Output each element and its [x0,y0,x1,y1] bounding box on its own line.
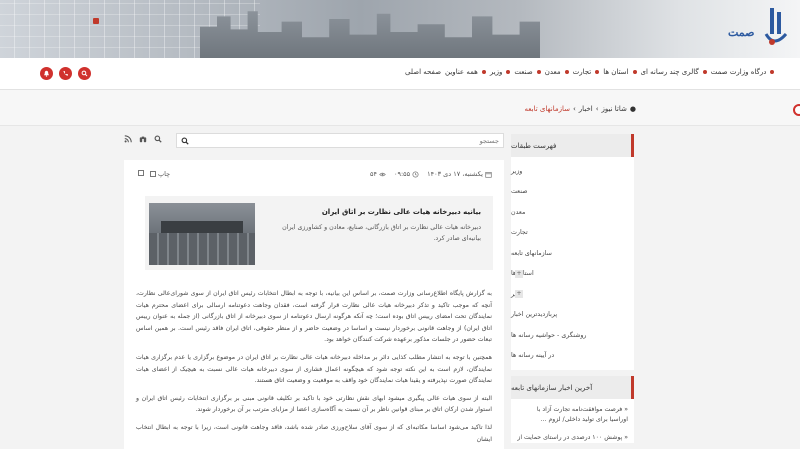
category-item[interactable]: سایر+ [511,284,634,305]
main-navbar: صفحه اصلی همه عناوین وزیر صنعت معدن تجار… [0,58,800,90]
sidebar: فهرست طبقات وزیر صنعت معدن تجارت سازمانه… [511,134,634,449]
nav-item-industry[interactable]: صنعت [514,68,541,76]
nav-separator-dot [770,70,775,74]
building-columns-shape [149,233,255,265]
nav-separator-dot [632,70,637,74]
side-floating-badge[interactable] [793,104,800,116]
article-lead: بیانیه دبیرخانه هیات عالی نظارت بر اتاق … [145,196,493,270]
article-panel: یکشنبه، ۱۷ دی ۱۴۰۳ ۰۹:۵۵ ۵۴ چاپ بیانیه د… [124,160,504,449]
expand-plus-icon[interactable]: + [515,269,523,278]
eye-icon [379,172,386,176]
nav-item-portal[interactable]: درگاه وزارت صمت [711,68,775,76]
latest-news-list: « فرصت موافقت‌نامه تجارت آزاد با اوراسیا… [511,399,634,443]
print-controls: چاپ [138,170,170,178]
article-title: بیانیه دبیرخانه هیات عالی نظارت بر اتاق … [321,208,481,216]
category-item[interactable]: تجارت [511,223,634,244]
news-search-input[interactable] [177,134,503,147]
latest-news-item[interactable]: « فرصت موافقت‌نامه تجارت آزاد با اوراسیا… [517,405,628,425]
latest-news-item[interactable]: « پوشش ۱۰۰ درصدی در راستای حمایت از [517,433,628,443]
nav-item-gallery[interactable]: گالری چند رسانه ای [641,68,707,76]
nav-item-mining[interactable]: معدن [545,68,569,76]
building-sign-shape [161,221,243,233]
breadcrumb-home-link[interactable]: شاتا نیوز [602,105,627,113]
category-item[interactable]: معدن [511,202,634,223]
article-lead-image [149,203,255,265]
breadcrumb-separator: › [572,105,576,113]
binoculars-icon[interactable] [139,135,147,143]
category-item[interactable]: پربازدیدترین اخبار [511,305,634,326]
nav-separator-dot [595,70,600,74]
expand-plus-icon[interactable]: + [515,290,523,298]
nav-separator-dot [564,70,569,74]
site-search-button[interactable] [78,67,91,80]
news-search-box [176,133,504,148]
nav-separator-dot [536,70,541,74]
breadcrumb-separator: › [595,105,599,113]
article-body: به گزارش پایگاه اطلاع‌رسانی وزارت صمت، ب… [136,288,492,449]
article-paragraph: همچنین با توجه به انتشار مطلب کذایی دائر… [136,353,492,385]
breadcrumb-current[interactable]: سازمانهای تابعه [525,105,570,113]
notification-bell-button[interactable] [40,67,53,80]
nav-item-minister[interactable]: وزیر [490,68,511,76]
header-banner: صمت [0,0,800,58]
print-icon [150,171,156,177]
tool-icon-group [124,135,162,143]
nav-separator-dot [481,70,486,74]
nav-menu: صفحه اصلی همه عناوین وزیر صنعت معدن تجار… [405,68,800,76]
banner-red-marker [93,18,99,24]
category-item[interactable]: در آیینه رسانه ها [511,346,634,367]
advanced-search-icon[interactable] [154,135,162,143]
nav-item-home[interactable]: صفحه اصلی [405,68,441,76]
nav-separator-dot [506,70,511,74]
bell-icon [44,70,49,77]
breadcrumb-section-link[interactable]: اخبار [579,105,593,113]
article-views: ۵۴ [370,170,386,178]
search-submit-button[interactable] [177,134,192,147]
article-summary: دبیرخانه هیات عالی نظارت بر اتاق بازرگان… [282,224,481,242]
nav-item-trade[interactable]: تجارت [573,68,600,76]
clock-icon [412,170,419,178]
category-item[interactable]: صنعت [511,182,634,203]
nav-item-provinces[interactable]: استان ها [603,68,637,76]
location-pin-icon: ● [629,105,636,113]
categories-list: وزیر صنعت معدن تجارت سازمانهای تابعه است… [511,157,634,370]
nav-separator-dot [702,70,707,74]
breadcrumb: ● شاتا نیوز › اخبار › سازمانهای تابعه [525,105,636,113]
categories-heading: فهرست طبقات [511,134,634,157]
article-meta: یکشنبه، ۱۷ دی ۱۴۰۳ ۰۹:۵۵ ۵۴ [370,170,492,178]
content-toolbar [124,133,504,149]
category-item[interactable]: سازمانهای تابعه [511,243,634,264]
nav-icon-group [40,67,91,80]
category-item[interactable]: روشنگری - حواشیه رسانه ها [511,325,634,346]
phone-icon [63,71,68,76]
logo-wordmark: صمت [728,26,755,39]
latest-news-heading: آخرین اخبار سازمانهای تابعه [511,376,634,399]
category-item[interactable]: استان ها + [511,264,634,285]
article-paragraph: به گزارش پایگاه اطلاع‌رسانی وزارت صمت، ب… [136,290,492,344]
article-time: ۰۹:۵۵ [394,170,419,178]
phone-button[interactable] [59,67,72,80]
calendar-icon [485,171,492,178]
article-paragraph: البته از سوی هیات عالی پیگیری میشود ابها… [136,394,492,414]
rss-icon[interactable] [124,135,132,143]
collapse-toggle-icon[interactable] [138,170,144,176]
print-button[interactable]: چاپ [150,170,170,178]
nav-item-all-titles[interactable]: همه عناوین [445,68,486,76]
search-icon [81,70,88,77]
search-icon [181,137,189,145]
breadcrumb-bar: ● شاتا نیوز › اخبار › سازمانهای تابعه [0,90,800,126]
banner-skyline-image [200,11,540,58]
category-item[interactable]: وزیر [511,161,634,182]
article-paragraph: لذا تاکید می‌شود اساسا مکاتبه‌ای که از س… [136,423,492,443]
article-date: یکشنبه، ۱۷ دی ۱۴۰۳ [427,170,492,178]
